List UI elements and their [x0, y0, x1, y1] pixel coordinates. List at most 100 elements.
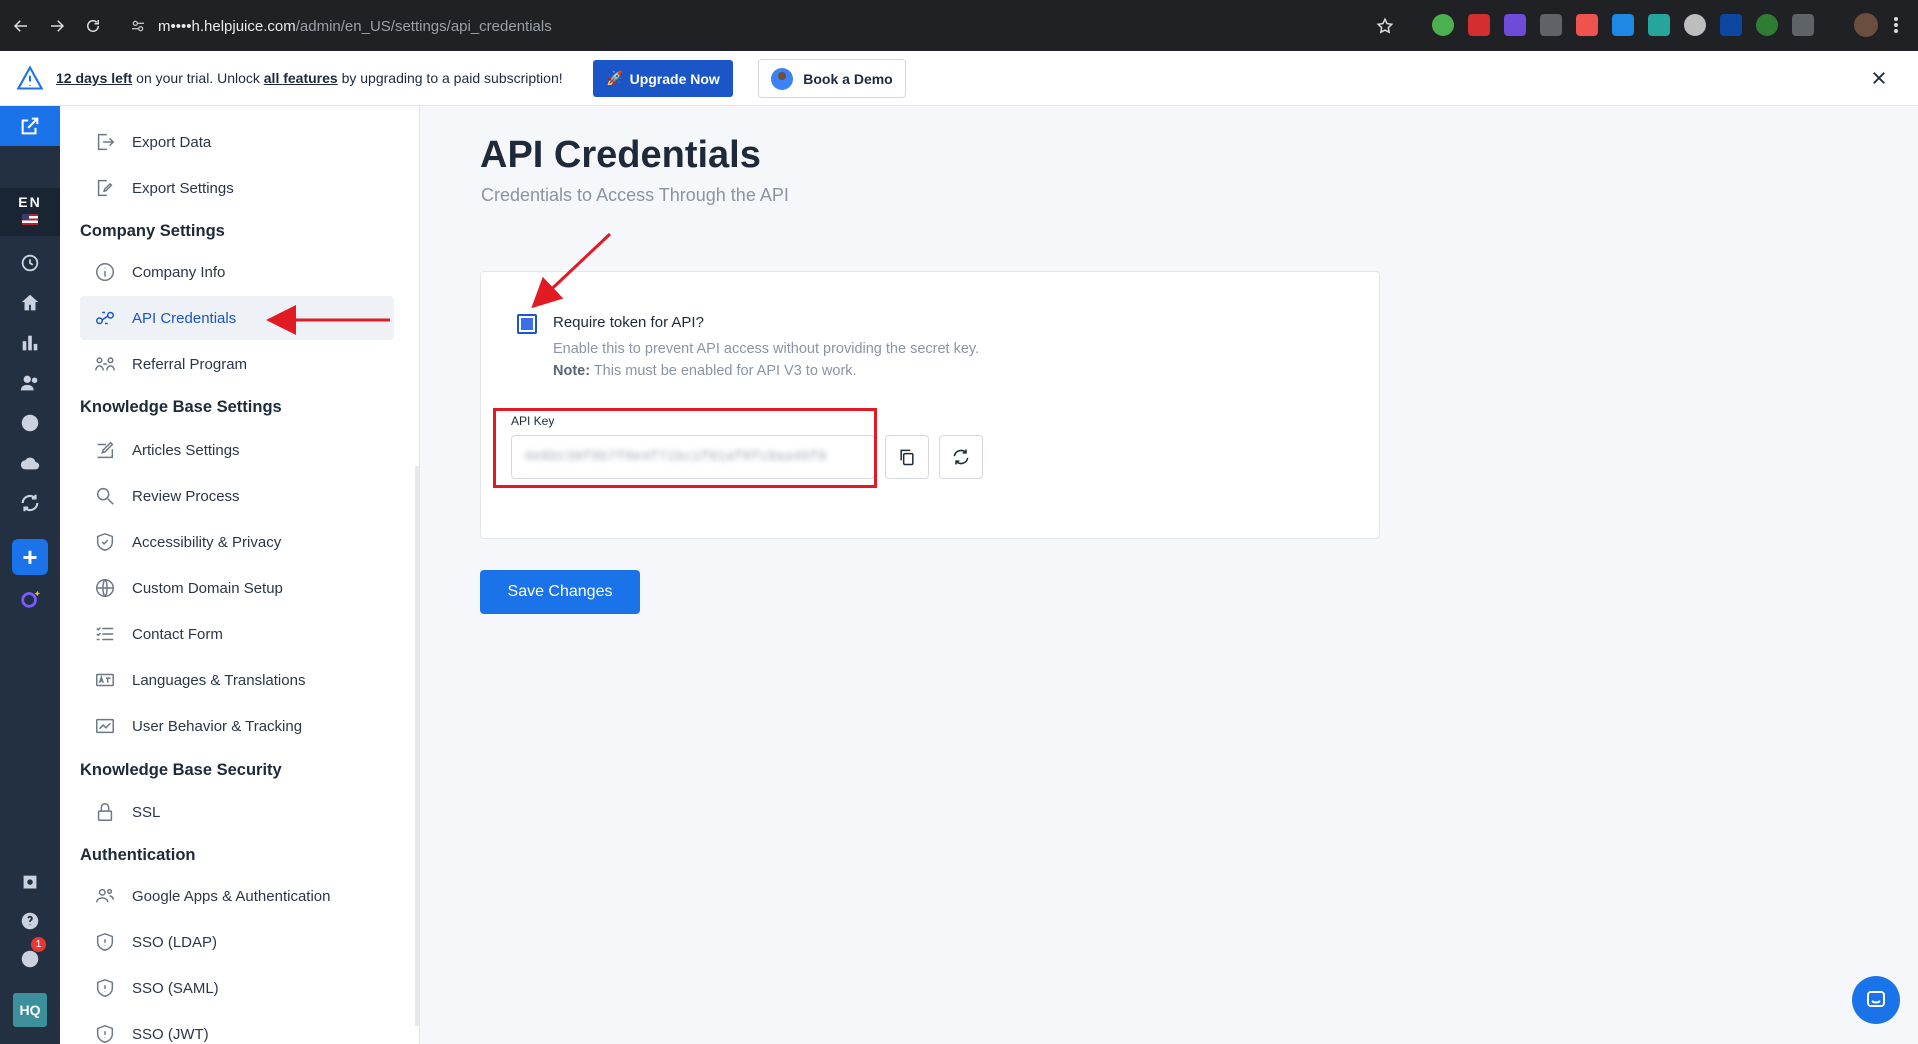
ai-assistant-icon[interactable]: [19, 588, 41, 610]
bookmark-star-icon[interactable]: [1376, 17, 1394, 35]
copy-icon: [900, 449, 914, 466]
extension-icon[interactable]: [1756, 14, 1778, 36]
sidebar-item-accessibility-privacy[interactable]: Accessibility & Privacy: [80, 520, 394, 564]
sync-icon[interactable]: [19, 492, 41, 514]
sidebar-item-contact-form[interactable]: Contact Form: [80, 612, 394, 656]
refresh-icon: [953, 449, 969, 465]
sidebar-item-articles-settings[interactable]: Articles Settings: [80, 428, 394, 472]
sidebar-item-user-behavior[interactable]: User Behavior & Tracking: [80, 704, 394, 748]
trial-days-link[interactable]: 12 days left: [56, 70, 132, 86]
sidebar-item-company-info[interactable]: Company Info: [80, 250, 394, 294]
history-icon[interactable]: [19, 252, 41, 274]
extension-icon[interactable]: [1612, 14, 1634, 36]
reload-icon[interactable]: [78, 11, 108, 41]
checkbox-fill: [521, 318, 533, 330]
extension-icon[interactable]: [1540, 14, 1562, 36]
trial-message: 12 days left on your trial. Unlock all f…: [56, 70, 563, 86]
upgrade-now-button[interactable]: 🚀 Upgrade Now: [593, 60, 733, 97]
shield-icon: [96, 932, 114, 952]
sidebar-item-sso-ldap[interactable]: SSO (LDAP): [80, 920, 394, 964]
extension-icon[interactable]: [1648, 14, 1670, 36]
api-credentials-card: Require token for API? Enable this to pr…: [480, 271, 1380, 539]
us-flag-icon: [22, 214, 38, 225]
sidebar-item-sso-jwt[interactable]: SSO (JWT): [80, 1012, 394, 1044]
lock-icon: [97, 803, 113, 821]
list-icon: [96, 627, 114, 641]
cloud-icon[interactable]: [19, 452, 41, 474]
sidebar-item-google-apps[interactable]: Google Apps & Authentication: [80, 874, 394, 918]
trial-banner: 12 days left on your trial. Unlock all f…: [0, 51, 1918, 106]
browser-menu-icon[interactable]: [1886, 15, 1906, 35]
sidebar-item-custom-domain[interactable]: Custom Domain Setup: [80, 566, 394, 610]
chat-icon: [1867, 991, 1885, 1007]
extension-icon[interactable]: [1576, 14, 1598, 36]
sidebar-item-review-process[interactable]: Review Process: [80, 474, 394, 518]
section-heading-kb-settings: Knowledge Base Settings: [80, 398, 282, 416]
url-text: m••••h.helpjuice.com/admin/en_US/setting…: [158, 17, 552, 35]
shield-icon: [96, 978, 114, 998]
sidebar-item-sso-saml[interactable]: SSO (SAML): [80, 966, 394, 1010]
save-changes-button[interactable]: Save Changes: [480, 570, 640, 614]
all-features-link[interactable]: all features: [264, 70, 338, 86]
site-info-icon[interactable]: [130, 18, 146, 34]
extension-icon[interactable]: [1432, 14, 1454, 36]
sidebar-item-export-data[interactable]: Export Data: [80, 120, 394, 164]
plus-icon: +: [22, 541, 38, 572]
extension-icon[interactable]: [1720, 14, 1742, 36]
extensions-row: [1432, 14, 1814, 36]
extension-icon[interactable]: [1504, 14, 1526, 36]
globe-icon: [96, 579, 114, 597]
address-bar[interactable]: m••••h.helpjuice.com/admin/en_US/setting…: [118, 9, 1414, 43]
shield-icon: [96, 1024, 114, 1044]
rocket-icon: 🚀: [606, 70, 624, 86]
extension-icon[interactable]: [1684, 14, 1706, 36]
chat-support-button[interactable]: [1852, 976, 1900, 1024]
sidebar-item-api-credentials[interactable]: API Credentials: [80, 296, 394, 340]
copy-key-button[interactable]: [885, 435, 929, 479]
book-demo-button[interactable]: Book a Demo: [758, 59, 906, 98]
analytics-icon[interactable]: [19, 332, 41, 354]
section-heading-authentication: Authentication: [80, 846, 196, 864]
sidebar-item-export-settings[interactable]: Export Settings: [80, 166, 394, 210]
open-site-button[interactable]: [0, 106, 60, 146]
tracking-icon: [96, 718, 114, 734]
notification-badge: 1: [31, 937, 46, 952]
help-icon[interactable]: [19, 910, 41, 932]
language-switcher[interactable]: EN: [0, 188, 60, 236]
search-icon: [96, 487, 114, 505]
edit-icon: [97, 441, 114, 459]
close-icon[interactable]: [1870, 69, 1888, 87]
info-icon: [96, 263, 114, 281]
extensions-puzzle-icon[interactable]: [1792, 14, 1814, 36]
sidebar-item-languages[interactable]: Languages & Translations: [80, 658, 394, 702]
browser-toolbar: m••••h.helpjuice.com/admin/en_US/setting…: [0, 0, 1918, 51]
sidebar-item-referral-program[interactable]: Referral Program: [80, 342, 394, 386]
users-icon[interactable]: [19, 372, 41, 394]
chat-icon[interactable]: [19, 412, 41, 434]
api-key-field[interactable]: 4e8bc39f0b7f0e4f71bc1f01af0fc0aa46f0: [511, 435, 875, 479]
external-link-icon: [21, 117, 39, 135]
sidebar-item-ssl[interactable]: SSL: [80, 790, 394, 834]
users-icon: [96, 888, 114, 903]
require-token-label: Require token for API?: [553, 314, 704, 331]
profile-avatar[interactable]: [1854, 13, 1878, 37]
extension-icon[interactable]: [1468, 14, 1490, 36]
back-icon[interactable]: [6, 11, 36, 41]
settings-sidebar: Export Data Export Settings Company Sett…: [60, 106, 420, 1044]
home-icon[interactable]: [19, 292, 41, 314]
api-note: Note: This must be enabled for API V3 to…: [553, 363, 857, 379]
create-button[interactable]: +: [12, 539, 48, 575]
require-token-help: Enable this to prevent API access withou…: [553, 338, 979, 382]
translate-icon: [96, 673, 114, 687]
link-icon: [96, 311, 114, 325]
shield-icon: [96, 532, 114, 552]
forward-icon[interactable]: [42, 11, 72, 41]
export-icon: [97, 133, 115, 151]
workspace-avatar[interactable]: HQ: [13, 993, 47, 1027]
sidebar-scrollbar[interactable]: [415, 466, 419, 1026]
regenerate-key-button[interactable]: [939, 435, 983, 479]
page-title: API Credentials: [480, 134, 761, 176]
api-key-label: API Key: [511, 414, 555, 428]
require-token-checkbox[interactable]: [517, 314, 537, 334]
settings-gear-icon[interactable]: [19, 872, 41, 894]
